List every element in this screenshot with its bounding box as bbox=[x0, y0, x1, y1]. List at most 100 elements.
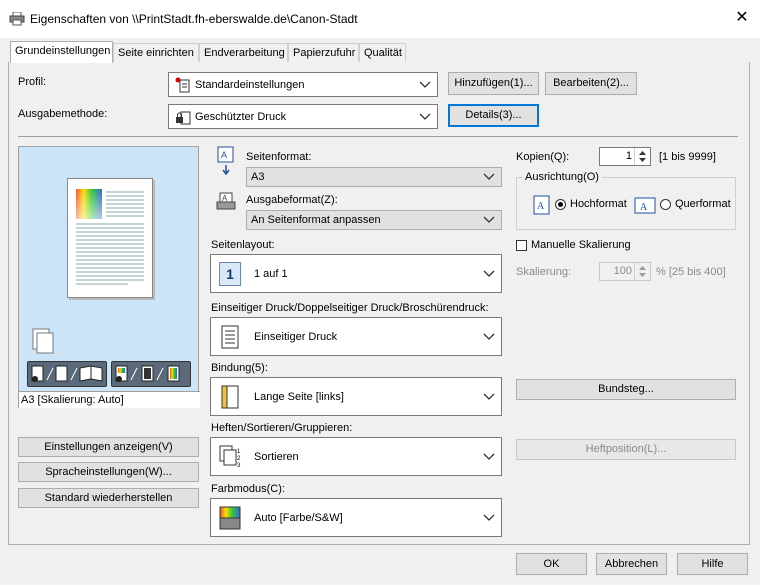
gutter-button[interactable]: Bundsteg... bbox=[516, 379, 736, 400]
svg-text:A: A bbox=[640, 202, 648, 213]
color-mode-dropdown[interactable]: Auto [Farbe/S&W] bbox=[210, 498, 502, 537]
chevron-down-icon bbox=[483, 216, 495, 223]
orientation-legend: Ausrichtung(O) bbox=[522, 171, 602, 183]
scaling-spinner[interactable]: 100 bbox=[599, 262, 651, 281]
print-style-value: Einseitiger Druck bbox=[254, 330, 338, 343]
portrait-label: Hochformat bbox=[570, 198, 627, 210]
color-mode-label: Farbmodus(C): bbox=[211, 483, 285, 495]
chevron-down-icon bbox=[483, 173, 495, 180]
binding-dropdown[interactable]: Lange Seite [links] bbox=[210, 377, 502, 416]
page-size-value: A3 bbox=[251, 171, 265, 183]
manual-scaling-label: Manuelle Skalierung bbox=[531, 239, 631, 251]
chevron-down-icon bbox=[483, 514, 495, 521]
chevron-down-icon bbox=[419, 81, 431, 88]
ok-button[interactable]: OK bbox=[516, 553, 587, 575]
collate-icon: 1 2 3 bbox=[219, 445, 241, 469]
color-mode-icons[interactable] bbox=[111, 361, 191, 387]
output-method-label: Ausgabemethode: bbox=[18, 108, 108, 120]
finishing-value: Sortieren bbox=[254, 450, 299, 463]
color-auto-icon bbox=[219, 506, 241, 529]
page-layout-icon: 1 bbox=[219, 261, 241, 286]
copies-spinner[interactable]: 1 bbox=[599, 147, 651, 166]
copies-stack-icon bbox=[32, 328, 54, 354]
page-size-label: Seitenformat: bbox=[246, 151, 312, 163]
profile-value: Standardeinstellungen bbox=[195, 78, 305, 91]
print-preview: A3 [Skalierung: Auto] bbox=[18, 146, 200, 408]
window-title: Eigenschaften von \\PrintStadt.fh-ebersw… bbox=[30, 12, 358, 26]
lock-icon bbox=[176, 111, 191, 125]
finishing-dropdown[interactable]: 1 2 3 Sortieren bbox=[210, 437, 502, 476]
chevron-down-icon bbox=[483, 333, 495, 340]
page-size-icon: A bbox=[217, 146, 234, 176]
svg-text:3: 3 bbox=[237, 463, 241, 469]
details-button[interactable]: Details(3)... bbox=[448, 104, 539, 127]
spin-arrows-icon bbox=[639, 266, 646, 277]
staple-position-button[interactable]: Heftposition(L)... bbox=[516, 439, 736, 460]
svg-text:1: 1 bbox=[237, 449, 241, 455]
output-size-value: An Seitenformat anpassen bbox=[251, 214, 381, 226]
profile-icon bbox=[175, 77, 190, 93]
output-size-icon: A bbox=[216, 192, 236, 210]
separator bbox=[18, 136, 738, 137]
long-edge-binding-icon bbox=[221, 385, 239, 408]
output-method-value: Geschützter Druck bbox=[195, 110, 287, 123]
landscape-radio[interactable] bbox=[660, 199, 671, 210]
preview-page bbox=[67, 178, 153, 298]
tab-endverarbeitung[interactable]: Endverarbeitung bbox=[199, 43, 288, 62]
single-sided-icon bbox=[221, 325, 239, 348]
duplex-mode-icons[interactable] bbox=[27, 361, 107, 387]
edit-profile-button[interactable]: Bearbeiten(2)... bbox=[545, 72, 637, 95]
chevron-down-icon bbox=[483, 270, 495, 277]
restore-defaults-button[interactable]: Standard wiederherstellen bbox=[18, 488, 199, 508]
output-method-dropdown[interactable]: Geschützter Druck bbox=[168, 104, 438, 129]
chevron-down-icon bbox=[419, 113, 431, 120]
add-profile-button[interactable]: Hinzufügen(1)... bbox=[448, 72, 539, 95]
spin-arrows-icon bbox=[639, 151, 646, 162]
scaling-range: % [25 bis 400] bbox=[656, 266, 726, 278]
svg-text:2: 2 bbox=[237, 456, 241, 462]
binding-value: Lange Seite [links] bbox=[254, 390, 344, 403]
page-size-dropdown[interactable]: A3 bbox=[246, 167, 502, 187]
cancel-button[interactable]: Abbrechen bbox=[596, 553, 667, 575]
color-mode-preview-icon bbox=[115, 365, 180, 382]
tab-papierzufuhr[interactable]: Papierzufuhr bbox=[288, 43, 359, 62]
copies-value: 1 bbox=[625, 150, 632, 162]
landscape-icon: A bbox=[634, 197, 656, 214]
preview-page-content bbox=[76, 189, 144, 285]
language-settings-button[interactable]: Spracheinstellungen(W)... bbox=[18, 462, 199, 482]
output-size-label: Ausgabeformat(Z): bbox=[246, 194, 338, 206]
scaling-label: Skalierung: bbox=[516, 266, 572, 278]
page-layout-value: 1 auf 1 bbox=[254, 267, 288, 280]
scaling-value: 100 bbox=[613, 265, 632, 277]
chevron-down-icon bbox=[483, 453, 495, 460]
title-bar: Eigenschaften von \\PrintStadt.fh-ebersw… bbox=[0, 0, 760, 38]
copies-spin-arrows[interactable] bbox=[634, 148, 650, 165]
tab-seite-einrichten[interactable]: Seite einrichten bbox=[113, 43, 199, 62]
profile-label: Profil: bbox=[18, 76, 47, 88]
portrait-icon: A bbox=[533, 195, 550, 215]
duplex-booklet-icon bbox=[31, 365, 103, 382]
profile-dropdown[interactable]: Standardeinstellungen bbox=[168, 72, 438, 97]
chevron-down-icon bbox=[483, 393, 495, 400]
svg-text:A: A bbox=[537, 201, 545, 212]
copies-range: [1 bis 9999] bbox=[659, 151, 716, 163]
tab-grundeinstellungen[interactable]: Grundeinstellungen bbox=[10, 41, 113, 63]
landscape-label: Querformat bbox=[675, 198, 731, 210]
color-mode-value: Auto [Farbe/S&W] bbox=[254, 511, 343, 524]
close-icon[interactable]: ✕ bbox=[732, 8, 752, 28]
portrait-radio[interactable] bbox=[555, 199, 566, 210]
show-settings-button[interactable]: Einstellungen anzeigen(V) bbox=[18, 437, 199, 457]
finishing-label: Heften/Sortieren/Gruppieren: bbox=[211, 422, 353, 434]
page-layout-dropdown[interactable]: 1 1 auf 1 bbox=[210, 254, 502, 293]
help-button[interactable]: Hilfe bbox=[677, 553, 748, 575]
svg-text:A: A bbox=[221, 150, 227, 160]
printer-icon bbox=[9, 12, 25, 26]
print-style-dropdown[interactable]: Einseitiger Druck bbox=[210, 317, 502, 356]
page-layout-label: Seitenlayout: bbox=[211, 239, 275, 251]
binding-label: Bindung(5): bbox=[211, 362, 268, 374]
tab-qualitaet[interactable]: Qualität bbox=[359, 43, 406, 62]
output-size-dropdown[interactable]: An Seitenformat anpassen bbox=[246, 210, 502, 230]
scaling-spin-arrows[interactable] bbox=[634, 263, 650, 280]
manual-scaling-checkbox[interactable] bbox=[516, 240, 527, 251]
copies-label: Kopien(Q): bbox=[516, 151, 570, 163]
